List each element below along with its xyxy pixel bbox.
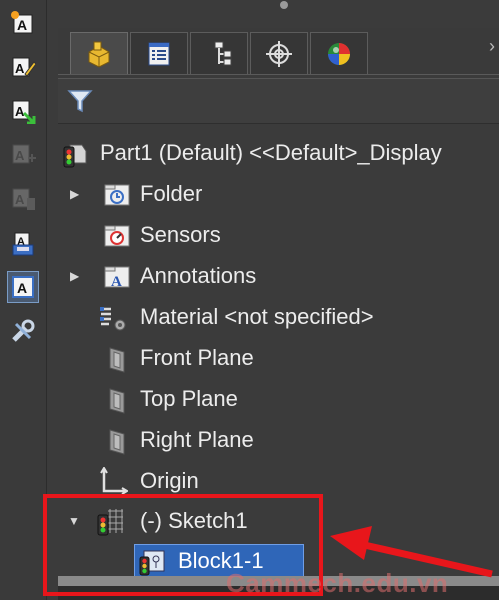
tab-feature-manager[interactable] [70, 32, 128, 75]
tree-item-label: Material <not specified> [140, 304, 374, 329]
tab-dimxpert-manager[interactable] [250, 32, 308, 75]
edit-note-icon[interactable]: A [8, 52, 38, 82]
note-frame-icon[interactable]: A [7, 271, 39, 303]
tab-divider [58, 74, 499, 75]
plane-icon [109, 347, 125, 373]
tree-item-annotations[interactable]: ▶ A Annotations [58, 257, 499, 295]
tree-item-label: Right Plane [140, 427, 254, 452]
note-add-icon: A [8, 140, 38, 170]
property-manager-icon [148, 42, 170, 66]
tree-item-origin[interactable]: Origin [58, 462, 499, 500]
save-note-icon[interactable]: A [8, 228, 38, 258]
tree-filter-bar[interactable] [58, 78, 499, 124]
tools-icon[interactable] [8, 316, 38, 346]
tree-item-label: Top Plane [140, 386, 238, 411]
svg-text:A: A [15, 192, 25, 207]
tree-item-label: Sensors [140, 222, 221, 247]
svg-text:A: A [15, 61, 25, 76]
annotation-toolbar: A A A A A A A [0, 0, 47, 600]
material-icon [100, 307, 126, 331]
origin-icon [100, 467, 128, 495]
expand-arrow-icon[interactable]: ▶ [70, 186, 82, 202]
folder-icon [104, 184, 130, 206]
filter-funnel-icon[interactable] [66, 87, 94, 115]
sketch-icon [97, 509, 123, 536]
tree-item-right-plane[interactable]: Right Plane [58, 421, 499, 459]
note-arrow-icon[interactable]: A [8, 96, 38, 126]
tree-item-label: Annotations [140, 263, 257, 288]
tab-display-manager[interactable] [310, 32, 368, 75]
tree-item-top-plane[interactable]: Top Plane [58, 380, 499, 418]
tree-item-label: Folder [140, 181, 203, 206]
svg-text:A: A [15, 104, 25, 119]
part-status-icon [63, 144, 87, 168]
plane-icon [109, 388, 125, 414]
sensors-icon [104, 225, 130, 247]
tree-item-folder[interactable]: ▶ Folder [58, 175, 499, 213]
tree-item-label: Origin [140, 468, 199, 493]
tree-item-sensors[interactable]: Sensors [58, 216, 499, 254]
smart-dimension-note-icon[interactable]: A [8, 8, 38, 38]
tab-configuration-manager[interactable] [190, 32, 248, 75]
feature-manager-icon [88, 41, 110, 68]
svg-text:A: A [17, 280, 27, 296]
window-grip-dot [280, 1, 288, 9]
tab-property-manager[interactable] [130, 32, 188, 75]
tree-item-label: Front Plane [140, 345, 254, 370]
display-manager-icon [328, 43, 350, 65]
dimxpert-manager-icon [266, 41, 292, 67]
configuration-manager-icon [214, 41, 232, 66]
plane-icon [109, 429, 125, 455]
svg-text:A: A [15, 148, 25, 163]
svg-text:A: A [17, 17, 27, 33]
collapse-arrow-icon[interactable]: ▼ [68, 513, 80, 529]
tree-root-part[interactable]: Part1 (Default) <<Default>_Display [58, 134, 499, 172]
tree-root-label: Part1 (Default) <<Default>_Display [100, 140, 442, 165]
svg-text:A: A [111, 274, 122, 290]
annotations-icon: A [104, 266, 130, 290]
tree-item-material[interactable]: Material <not specified> [58, 298, 499, 336]
manager-tab-bar [58, 28, 499, 75]
watermark-text: Cammech.edu.vn [226, 568, 449, 598]
expand-arrow-icon[interactable]: ▶ [70, 268, 82, 284]
tree-item-label: (-) Sketch1 [140, 508, 248, 533]
note-grayed-icon: A [8, 184, 38, 214]
tree-item-front-plane[interactable]: Front Plane [58, 339, 499, 377]
more-tabs-chevron-icon[interactable]: › [489, 34, 497, 58]
block-icon [139, 550, 165, 576]
